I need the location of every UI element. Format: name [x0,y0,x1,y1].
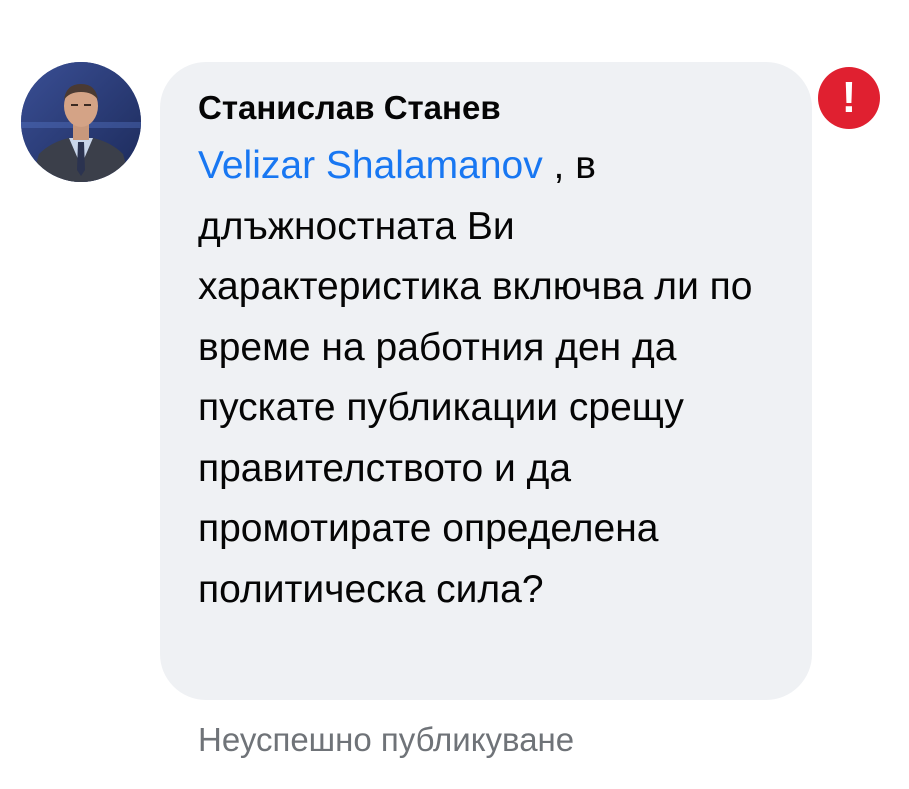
exclamation-circle-icon[interactable]: ! [818,67,880,129]
mention-link[interactable]: Velizar Shalamanov [198,144,543,187]
avatar[interactable] [21,62,141,182]
comment-body: , в длъжностната Ви характеристика включ… [198,144,753,611]
comment-author[interactable]: Станислав Станев [198,88,788,128]
comment-thread: Станислав Станев Velizar Shalamanov , в … [0,0,909,789]
comment-bubble: Станислав Станев Velizar Shalamanov , в … [160,62,812,700]
comment-text: Velizar Shalamanov , в длъжностната Ви х… [198,136,788,620]
post-failed-status[interactable]: Неуспешно публикуване [198,718,574,762]
avatar-image [21,62,141,182]
